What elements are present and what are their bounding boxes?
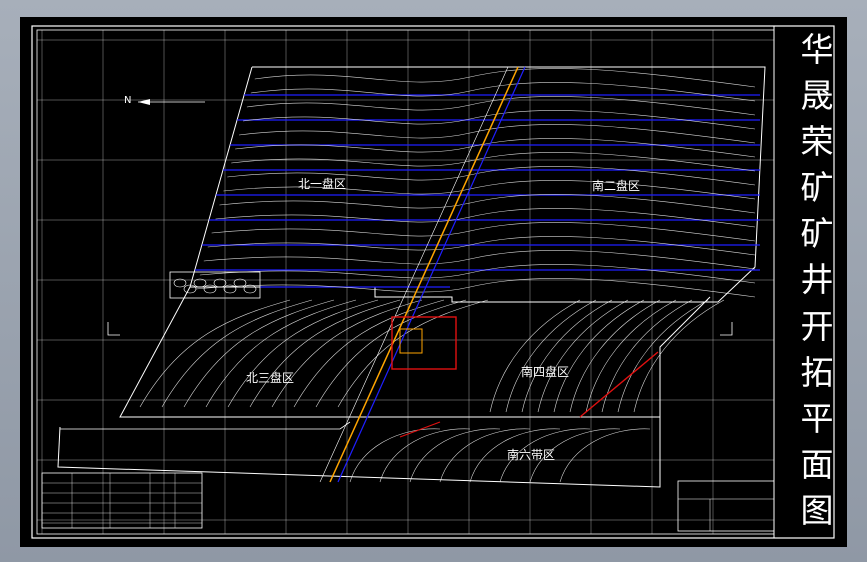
contour-line (585, 299, 677, 413)
contour-line (227, 299, 379, 408)
contour-line (254, 68, 756, 88)
main-shaft-edge (319, 66, 509, 483)
contour-line (207, 236, 756, 256)
contour-line (633, 299, 725, 413)
contour-line (219, 194, 756, 214)
middle-boundary (119, 286, 711, 418)
corner-mark (720, 322, 733, 336)
upper-boundary (189, 66, 766, 303)
contour-line (349, 428, 441, 483)
contour-line (215, 208, 756, 228)
title-char: 荣 (800, 122, 834, 162)
title-char: 华 (800, 30, 834, 69)
rock-hatch (213, 278, 227, 288)
rock-hatch (243, 284, 257, 294)
title-block (677, 480, 775, 532)
window-frame: N 北一盘区 南二盘区 北三盘区 南四盘区 南六带区 华晟荣矿矿井开拓平面图 (0, 0, 867, 562)
contour-line (521, 299, 613, 413)
contour-line (211, 222, 756, 242)
shaft-symbol (399, 328, 423, 354)
contour-line (601, 299, 693, 413)
title-char: 开 (800, 306, 834, 346)
contour-line (505, 299, 597, 413)
contour-line (315, 299, 467, 408)
lower-boundary-top (60, 421, 351, 430)
legend-table (41, 472, 203, 529)
rock-hatch (203, 284, 217, 294)
red-roadway (399, 421, 441, 438)
title-char: 平 (800, 398, 834, 438)
title-char: 图 (800, 490, 834, 530)
contour-line (239, 124, 756, 144)
contour-line (203, 250, 756, 270)
lower-boundary (57, 417, 661, 488)
title-char: 拓 (800, 352, 834, 392)
zone-label-north-3: 北三盘区 (246, 371, 295, 385)
cad-canvas: N 北一盘区 南二盘区 北三盘区 南四盘区 南六带区 华晟荣矿矿井开拓平面图 (20, 17, 847, 547)
rock-hatch (173, 278, 187, 288)
contour-line (553, 299, 645, 413)
contour-line (195, 278, 756, 298)
contour-line (250, 82, 756, 102)
north-arrow-label: N (124, 95, 132, 106)
contour-line (183, 299, 335, 408)
outer-border (31, 25, 835, 539)
rock-hatch (193, 278, 207, 288)
contour-line (537, 299, 629, 413)
zone-label-south-4: 南四盘区 (521, 365, 570, 379)
title-char: 矿 (800, 168, 834, 208)
title-char: 晟 (800, 76, 834, 116)
contour-line (249, 299, 401, 408)
contour-line (205, 299, 357, 408)
plan-drawing (31, 25, 835, 539)
contour-line (139, 299, 291, 408)
contour-line (569, 299, 661, 413)
contour-line (617, 299, 709, 413)
corner-mark (107, 322, 120, 336)
drawing-title: 华晟荣矿矿井开拓平面图 (793, 33, 841, 527)
title-char: 矿 (800, 214, 834, 254)
contour-line (235, 138, 756, 158)
main-shaft-roadway (337, 66, 526, 483)
contour-line (161, 299, 313, 408)
inner-frame (36, 29, 775, 535)
contour-line (199, 264, 756, 284)
contour-line (489, 299, 581, 413)
title-char: 面 (800, 444, 834, 484)
contour-line (231, 152, 756, 172)
zone-label-north-1: 北一盘区 (298, 177, 347, 191)
zone-label-south-2: 南二盘区 (592, 179, 641, 193)
zone-label-south-6: 南六带区 (507, 448, 556, 462)
title-char: 井 (800, 260, 834, 300)
